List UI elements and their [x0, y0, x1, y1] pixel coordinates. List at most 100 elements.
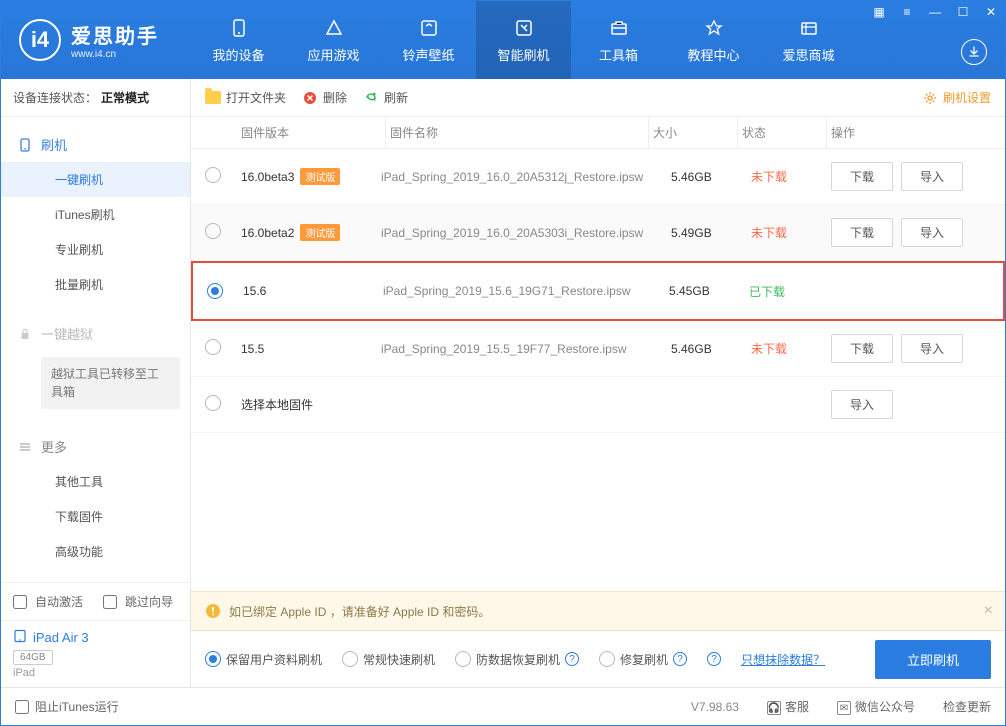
- download-button[interactable]: 下载: [831, 162, 893, 191]
- beta-badge: 测试版: [300, 168, 340, 185]
- beta-badge: 测试版: [300, 224, 340, 241]
- firmware-name: iPad_Spring_2019_15.5_19F77_Restore.ipsw: [381, 342, 671, 356]
- close-notice-icon[interactable]: ×: [984, 602, 993, 620]
- flash-options: 保留用户资料刷机 常规快速刷机 防数据恢复刷机? 修复刷机? ? 只想抹除数据？…: [191, 631, 1005, 687]
- minimize-button[interactable]: —: [921, 1, 949, 23]
- appleid-notice: 如已绑定 Apple ID ，请准备好 Apple ID 和密码。 ×: [191, 591, 1005, 631]
- auto-activate-checkbox[interactable]: [13, 595, 27, 609]
- firmware-name: iPad_Spring_2019_16.0_20A5303i_Restore.i…: [381, 226, 671, 240]
- maximize-button[interactable]: ☐: [949, 1, 977, 23]
- folder-icon: [205, 91, 221, 104]
- close-button[interactable]: ✕: [977, 1, 1005, 23]
- radio-icon[interactable]: [205, 339, 221, 355]
- radio-icon[interactable]: [207, 283, 223, 299]
- sidebar: 设备连接状态： 正常模式 刷机 一键刷机iTunes刷机专业刷机批量刷机 一键越…: [1, 79, 191, 687]
- open-folder-button[interactable]: 打开文件夹: [205, 89, 286, 106]
- help-icon[interactable]: ?: [707, 652, 721, 666]
- nav-item-5[interactable]: 教程中心: [666, 1, 761, 79]
- radio-icon[interactable]: [205, 223, 221, 239]
- customer-service-link[interactable]: 🎧客服: [767, 698, 809, 716]
- phone-icon: [17, 137, 33, 153]
- import-button[interactable]: 导入: [901, 218, 963, 247]
- sidebar-item[interactable]: 下载固件: [1, 499, 190, 534]
- flash-settings-button[interactable]: 刷机设置: [922, 89, 991, 106]
- sidebar-item[interactable]: 专业刷机: [1, 232, 190, 267]
- headset-icon: 🎧: [767, 701, 781, 715]
- table-row[interactable]: 15.5iPad_Spring_2019_15.5_19F77_Restore.…: [191, 321, 1005, 377]
- nav-item-1[interactable]: 应用游戏: [286, 1, 381, 79]
- opt-keep-data[interactable]: 保留用户资料刷机: [205, 651, 322, 668]
- app-version: V7.98.63: [691, 700, 739, 714]
- opt-repair[interactable]: 修复刷机?: [599, 651, 687, 668]
- logo-title: 爱思助手: [71, 20, 159, 49]
- auto-activate-label: 自动激活: [35, 593, 83, 610]
- device-storage: 64GB: [13, 650, 53, 665]
- firmware-name: iPad_Spring_2019_15.6_19G71_Restore.ipsw: [383, 284, 669, 298]
- import-button[interactable]: 导入: [901, 162, 963, 191]
- logo-icon: i4: [19, 19, 61, 61]
- radio-icon[interactable]: [205, 167, 221, 183]
- table-row-local[interactable]: 选择本地固件导入: [191, 377, 1005, 433]
- warning-icon: [205, 603, 221, 619]
- block-itunes-label: 阻止iTunes运行: [35, 698, 119, 715]
- firmware-name: iPad_Spring_2019_16.0_20A5312j_Restore.i…: [381, 170, 671, 184]
- download-button[interactable]: 下载: [831, 218, 893, 247]
- nav-icon: [323, 17, 345, 39]
- gear-icon: [922, 90, 938, 106]
- radio-icon: [455, 651, 471, 667]
- lock-icon: [17, 326, 33, 342]
- sidebar-item[interactable]: 一键刷机: [1, 162, 190, 197]
- nav-icon: [228, 17, 250, 39]
- connection-status: 设备连接状态： 正常模式: [1, 79, 190, 117]
- refresh-button[interactable]: 刷新: [363, 89, 408, 106]
- sidebar-section-jailbreak: 一键越狱: [1, 316, 190, 351]
- delete-button[interactable]: 删除: [302, 89, 347, 106]
- block-itunes-checkbox[interactable]: [15, 700, 29, 714]
- wechat-link[interactable]: ✉微信公众号: [837, 698, 915, 716]
- sidebar-item[interactable]: 高级功能: [1, 534, 190, 569]
- menu-bars-icon: [17, 439, 33, 455]
- opt-anti-loss[interactable]: 防数据恢复刷机?: [455, 651, 579, 668]
- firmware-size: 5.46GB: [671, 342, 751, 356]
- import-button[interactable]: 导入: [831, 390, 893, 419]
- help-icon[interactable]: ?: [565, 652, 579, 666]
- nav-item-6[interactable]: 爱思商城: [761, 1, 856, 79]
- opt-normal-fast[interactable]: 常规快速刷机: [342, 651, 435, 668]
- sidebar-section-more[interactable]: 更多: [1, 429, 190, 464]
- help-icon[interactable]: ?: [673, 652, 687, 666]
- table-row[interactable]: 15.6iPad_Spring_2019_15.6_19G71_Restore.…: [191, 261, 1005, 321]
- logo-subtitle: www.i4.cn: [71, 49, 159, 60]
- skip-guide-checkbox[interactable]: [103, 595, 117, 609]
- nav-item-4[interactable]: 工具箱: [571, 1, 666, 79]
- device-info[interactable]: iPad Air 3 64GB iPad: [1, 620, 190, 687]
- start-flash-button[interactable]: 立即刷机: [875, 640, 991, 679]
- nav-item-2[interactable]: 铃声壁纸: [381, 1, 476, 79]
- table-header: 固件版本 固件名称 大小 状态 操作: [191, 117, 1005, 149]
- footer: 阻止iTunes运行 V7.98.63 🎧客服 ✉微信公众号 检查更新: [1, 687, 1005, 725]
- status-badge: 未下载: [751, 168, 831, 185]
- firmware-size: 5.49GB: [671, 226, 751, 240]
- sidebar-section-flash[interactable]: 刷机: [1, 127, 190, 162]
- sidebar-item[interactable]: 批量刷机: [1, 267, 190, 302]
- radio-icon[interactable]: [205, 395, 221, 411]
- import-button[interactable]: 导入: [901, 334, 963, 363]
- check-update-link[interactable]: 检查更新: [943, 698, 991, 715]
- firmware-size: 5.46GB: [671, 170, 751, 184]
- nav-item-3[interactable]: 智能刷机: [476, 1, 571, 79]
- nav-item-0[interactable]: 我的设备: [191, 1, 286, 79]
- menu-icon[interactable]: ≡: [893, 1, 921, 23]
- table-row[interactable]: 16.0beta2测试版iPad_Spring_2019_16.0_20A530…: [191, 205, 1005, 261]
- table-row[interactable]: 16.0beta3测试版iPad_Spring_2019_16.0_20A531…: [191, 149, 1005, 205]
- sidebar-item[interactable]: 其他工具: [1, 464, 190, 499]
- radio-icon: [599, 651, 615, 667]
- wechat-icon: ✉: [837, 701, 851, 715]
- sidebar-item[interactable]: iTunes刷机: [1, 197, 190, 232]
- download-button[interactable]: 下载: [831, 334, 893, 363]
- delete-icon: [302, 90, 318, 106]
- status-badge: 未下载: [751, 224, 831, 241]
- erase-only-link[interactable]: 只想抹除数据？: [741, 651, 825, 668]
- download-center-icon[interactable]: [961, 39, 987, 65]
- radio-icon: [205, 651, 221, 667]
- logo[interactable]: i4 爱思助手 www.i4.cn: [1, 19, 191, 61]
- grid-icon[interactable]: ▦: [865, 1, 893, 23]
